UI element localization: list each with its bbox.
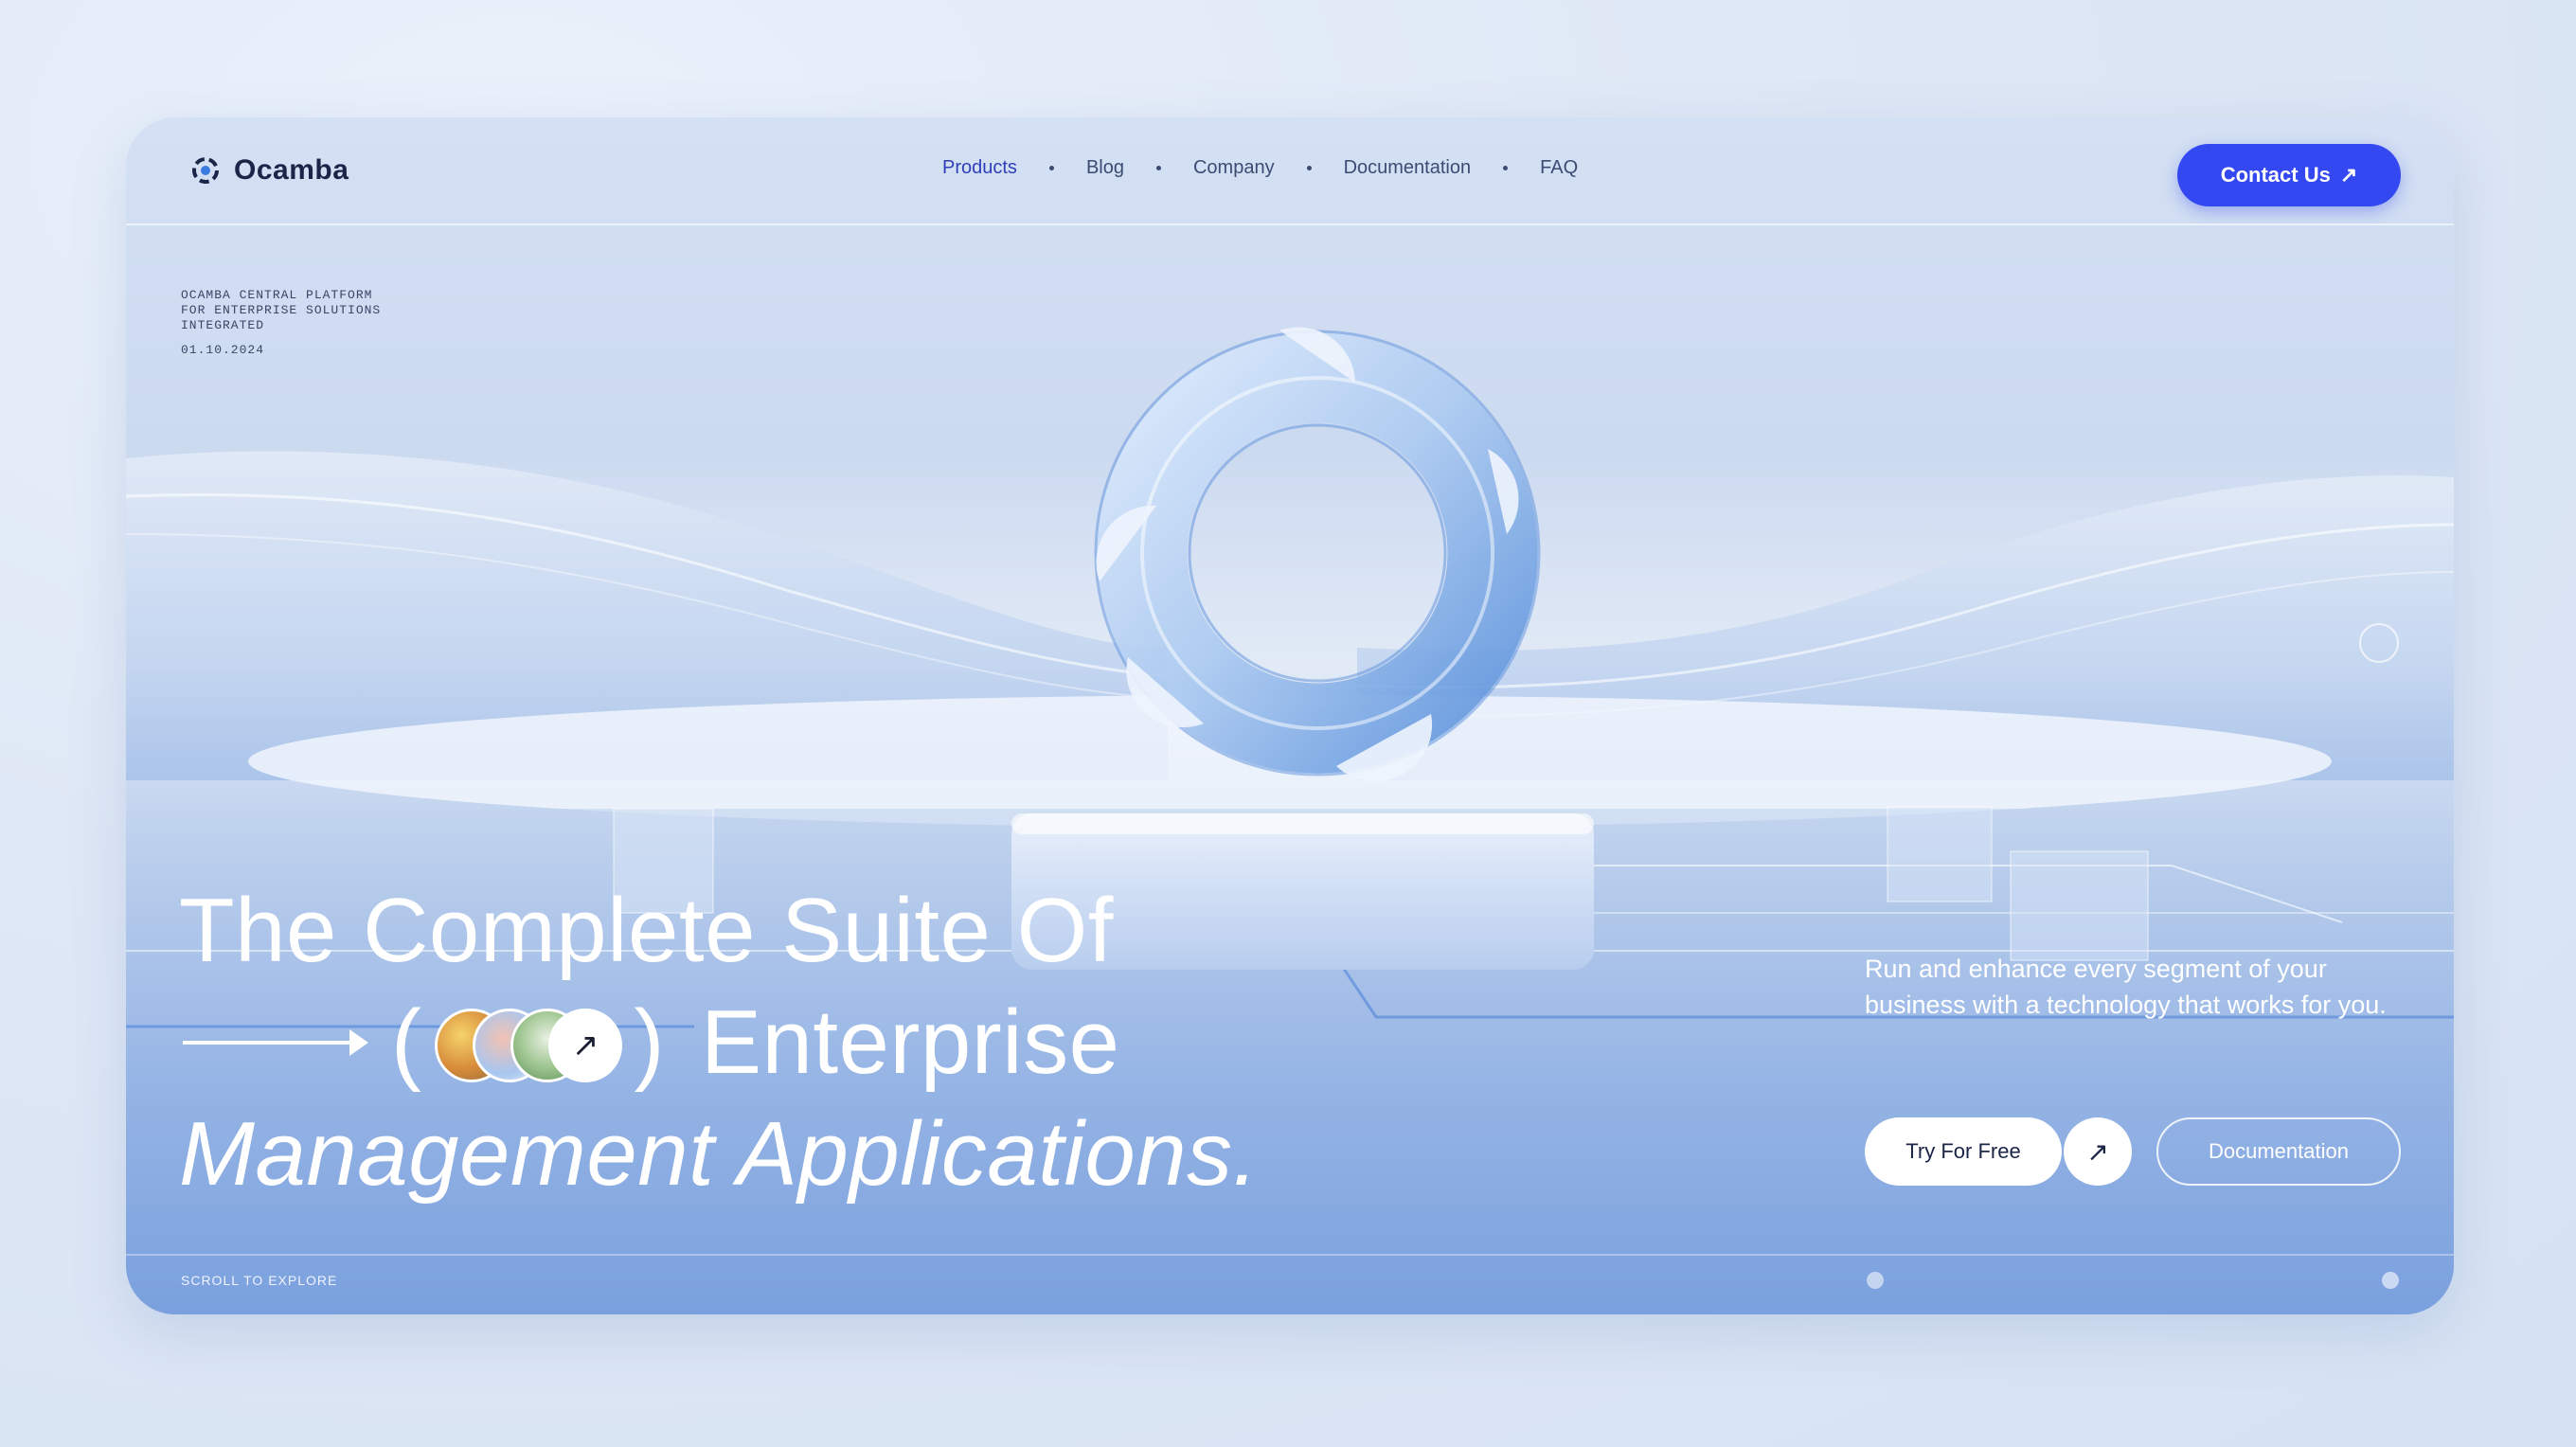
headline-line-2: ( ↗ ) Enterprise bbox=[179, 987, 1259, 1099]
contact-us-label: Contact Us bbox=[2220, 163, 2331, 187]
nav-item-documentation[interactable]: Documentation bbox=[1344, 157, 1472, 179]
footer-divider bbox=[126, 1254, 2454, 1256]
hero-headline: The Complete Suite Of ( ↗ ) Enterprise M… bbox=[179, 875, 1259, 1210]
hero-description: Run and enhance every segment of your bu… bbox=[1865, 955, 2387, 1019]
brand-logo[interactable]: Ocamba bbox=[187, 152, 349, 189]
arrow-up-right-icon[interactable]: ↗ bbox=[2064, 1117, 2132, 1186]
nav-separator bbox=[1155, 166, 1161, 170]
nav-separator bbox=[1048, 166, 1054, 170]
main-nav: Products Blog Company Documentation FAQ bbox=[942, 157, 1578, 179]
long-arrow-right-icon bbox=[183, 1029, 368, 1056]
meta-info: OCAMBA CENTRAL PLATFORM FOR ENTERPRISE S… bbox=[181, 288, 381, 358]
try-for-free-button[interactable]: Try For Free bbox=[1865, 1117, 2062, 1186]
meta-line: OCAMBA CENTRAL PLATFORM bbox=[181, 288, 373, 302]
meta-date: 01.10.2024 bbox=[181, 343, 265, 357]
meta-line: INTEGRATED bbox=[181, 318, 265, 332]
headline-line-1: The Complete Suite Of bbox=[179, 880, 1114, 981]
arrow-up-right-icon[interactable]: ↗ bbox=[548, 1009, 623, 1082]
headline-enterprise: Enterprise bbox=[700, 991, 1120, 1093]
paren-open: ( bbox=[391, 991, 422, 1093]
header-divider bbox=[126, 223, 2454, 225]
hero-frame: Ocamba Products Blog Company Documentati… bbox=[126, 117, 2454, 1314]
nav-item-company[interactable]: Company bbox=[1193, 157, 1275, 179]
documentation-button[interactable]: Documentation bbox=[2156, 1117, 2401, 1186]
carousel-dot[interactable] bbox=[1867, 1272, 1884, 1289]
ring-indicator bbox=[2359, 623, 2399, 663]
thumbnail-cluster[interactable]: ↗ bbox=[435, 1007, 623, 1082]
nav-separator bbox=[1306, 166, 1312, 170]
nav-item-faq[interactable]: FAQ bbox=[1540, 157, 1578, 179]
brand-name: Ocamba bbox=[234, 154, 349, 186]
nav-item-blog[interactable]: Blog bbox=[1086, 157, 1124, 179]
scroll-hint[interactable]: SCROLL TO EXPLORE bbox=[181, 1273, 337, 1288]
meta-line: FOR ENTERPRISE SOLUTIONS bbox=[181, 303, 382, 317]
arrow-up-right-icon: ↗ bbox=[2339, 163, 2358, 187]
carousel-dot[interactable] bbox=[2382, 1272, 2399, 1289]
paren-close: ) bbox=[634, 991, 665, 1093]
top-navbar: Ocamba Products Blog Company Documentati… bbox=[126, 117, 2454, 223]
nav-item-products[interactable]: Products bbox=[942, 157, 1017, 179]
headline-line-3: Management Applications. bbox=[179, 1103, 1259, 1205]
nav-separator bbox=[1503, 166, 1509, 170]
ocamba-logo-icon bbox=[192, 157, 219, 184]
contact-us-button[interactable]: Contact Us ↗ bbox=[2177, 144, 2401, 206]
